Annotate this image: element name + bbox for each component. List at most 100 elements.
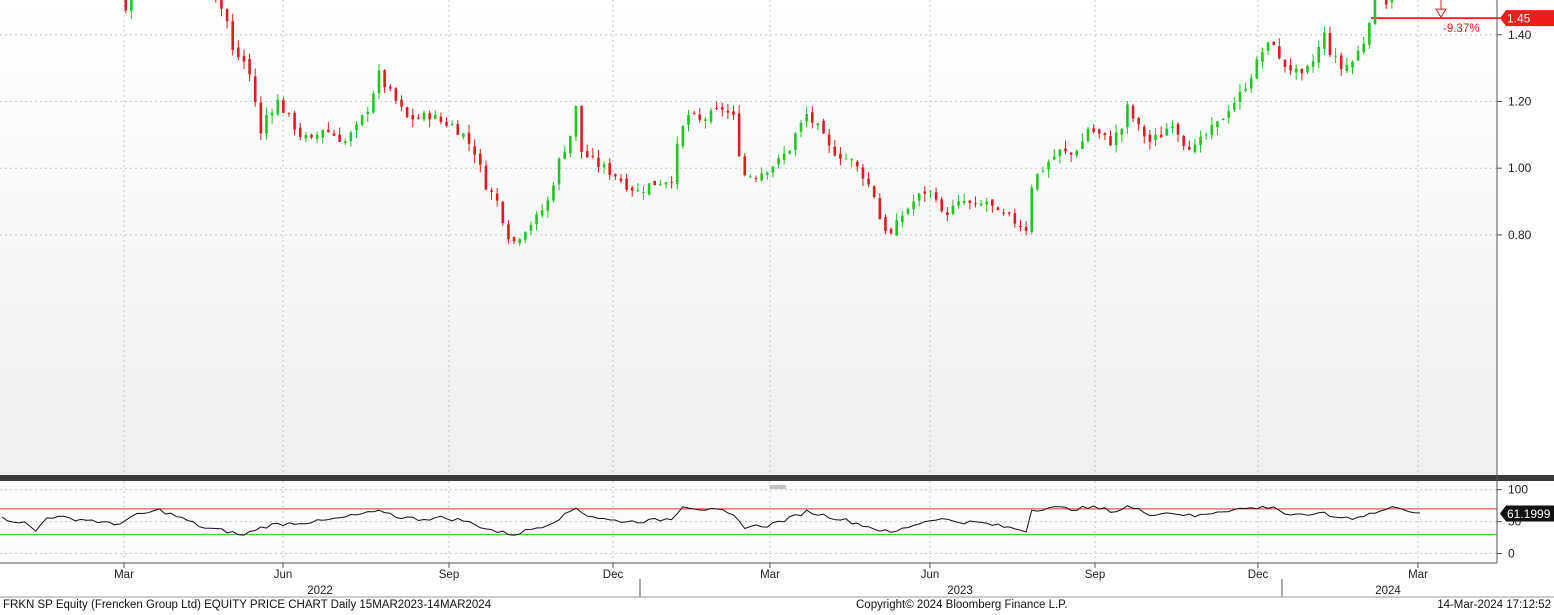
candle-body [343, 141, 347, 144]
candle-body [124, 0, 128, 11]
candle-body [1221, 119, 1225, 121]
candle-body [411, 114, 415, 120]
candle-body [248, 59, 251, 75]
candle-body [884, 217, 887, 231]
candle-body [630, 187, 634, 191]
candle-body [1204, 134, 1208, 136]
candle-body [1249, 78, 1253, 89]
candle-body [1092, 128, 1095, 132]
candle-body [1210, 124, 1214, 135]
candle-body [394, 88, 398, 101]
year-label: 2022 [307, 585, 333, 597]
candle-body [726, 110, 730, 113]
candle-body [749, 176, 752, 178]
candle-body [1041, 170, 1045, 172]
candle-body [1255, 59, 1259, 79]
candle-body [569, 135, 572, 154]
chart-footer: FRKN SP Equity (Frencken Group Ltd) EQUI… [0, 597, 1554, 615]
candle-body [428, 113, 431, 120]
candle-body [1007, 212, 1011, 214]
candle-body [799, 122, 803, 132]
rsi-panel-background [0, 481, 1497, 563]
candle-body [923, 191, 927, 194]
candle-body [946, 212, 949, 216]
candle-body [810, 112, 814, 123]
candle-body [850, 159, 853, 161]
timestamp: 14-Mar-2024 17:12:52 [1437, 599, 1551, 611]
candle-body [1384, 0, 1388, 5]
candle-body [1058, 149, 1062, 156]
candle-body [287, 112, 291, 114]
candle-body [608, 163, 612, 175]
candle-body [360, 115, 364, 125]
candle-body [321, 129, 325, 138]
candle-body [597, 157, 600, 167]
candle-body [675, 143, 679, 184]
candle-body [839, 153, 842, 159]
candle-body [1002, 212, 1005, 214]
candle-body [1306, 65, 1309, 73]
panel-resize-handle[interactable] [770, 476, 786, 489]
candle-body [405, 107, 409, 118]
candle-body [450, 123, 454, 125]
candle-body [687, 114, 690, 125]
candle-body [518, 239, 521, 244]
candle-body [957, 201, 960, 206]
candle-body [1182, 136, 1185, 146]
candle-body [383, 70, 386, 88]
candle-body [765, 172, 769, 175]
candle-body [867, 178, 870, 185]
candle-body [237, 47, 240, 57]
candle-body [1261, 52, 1264, 62]
candle-body [1373, 0, 1377, 25]
downside-change-label: -9.37% [1443, 23, 1479, 35]
candle-body [265, 114, 268, 134]
candle-body [1289, 65, 1292, 71]
candle-body [861, 167, 865, 179]
candle-body [856, 161, 859, 167]
candle-body [709, 110, 713, 122]
candle-body [1103, 132, 1107, 135]
candle-body [242, 55, 246, 62]
candle-body [1356, 50, 1360, 61]
candle-body [901, 215, 904, 223]
candle-body [974, 203, 977, 205]
candle-body [1362, 43, 1366, 53]
candle-body [467, 132, 471, 144]
x-tick-label: Dec [1248, 569, 1269, 581]
candle-body [1368, 22, 1371, 45]
candle-body [771, 166, 775, 173]
candle-body [304, 134, 308, 139]
candle-body [1345, 64, 1349, 71]
candle-body [259, 102, 263, 134]
candle-body [355, 124, 358, 131]
candle-body [1064, 148, 1067, 152]
candle-body [1126, 104, 1129, 128]
candle-body [1013, 213, 1017, 224]
candle-body [1227, 111, 1230, 118]
candle-body [889, 229, 893, 234]
candle-body [698, 114, 702, 120]
candle-body [816, 123, 820, 126]
candle-body [473, 146, 476, 155]
candle-body [400, 99, 403, 107]
candle-body [1052, 156, 1056, 160]
candle-body [1165, 128, 1169, 136]
candle-body [1193, 144, 1197, 153]
candle-body [1024, 226, 1028, 231]
candle-body [1171, 126, 1174, 129]
candle-body [535, 214, 538, 225]
candle-body [563, 152, 566, 159]
candle-body [1154, 134, 1157, 140]
candle-body [1081, 141, 1084, 149]
candle-body [619, 178, 623, 182]
candle-body [1278, 46, 1281, 59]
candle-body [1351, 61, 1354, 68]
candle-body [253, 76, 257, 103]
x-tick-label: Mar [760, 569, 780, 581]
candle-body [940, 199, 944, 212]
candle-body [794, 133, 797, 150]
candle-body [1272, 41, 1275, 45]
candle-body [293, 112, 296, 130]
candle-body [546, 200, 550, 211]
